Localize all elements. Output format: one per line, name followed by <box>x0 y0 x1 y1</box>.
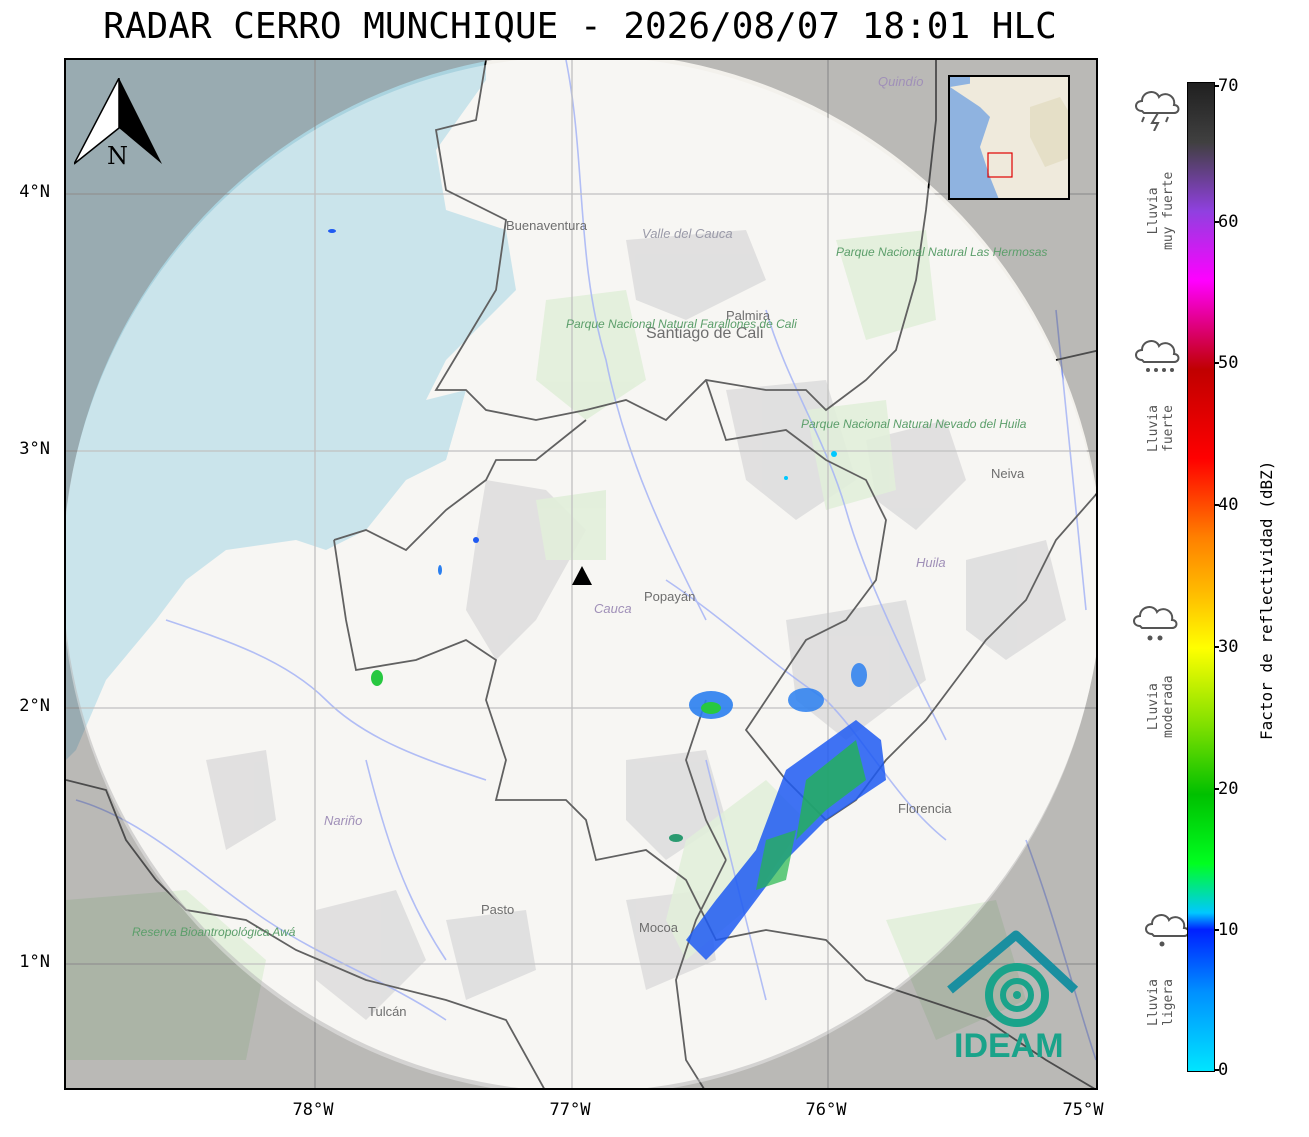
colorbar-tick-10: 10 <box>1213 920 1239 940</box>
label-florencia: Florencia <box>898 801 952 816</box>
colorbar-tick-30: 30 <box>1213 637 1239 657</box>
rain-label-heavy: Lluvia fuerte <box>1146 405 1176 452</box>
colorbar-tick-40: 40 <box>1213 495 1239 515</box>
label-awa: Reserva Bioantropológica Awá <box>132 925 296 939</box>
light-rain-icon <box>1145 914 1190 947</box>
colorbar-tick-0: 0 <box>1213 1060 1229 1080</box>
lat-tick-1: 1°N <box>19 952 50 972</box>
label-nevado: Parque Nacional Natural Nevado del Huila <box>801 417 1027 431</box>
label-huila: Huila <box>916 555 946 570</box>
reflectivity-colorbar <box>1187 82 1215 1072</box>
north-arrow-icon: N <box>74 78 162 170</box>
moderate-rain-icon <box>1133 606 1178 641</box>
label-cauca: Cauca <box>594 601 632 616</box>
colorbar-tick-20: 20 <box>1213 779 1239 799</box>
north-label: N <box>107 142 128 170</box>
ideam-logo: IDEAM <box>947 930 1079 1065</box>
lat-tick-2: 2°N <box>19 696 50 716</box>
page-title: RADAR CERRO MUNCHIQUE - 2026/08/07 18:01… <box>103 6 1057 47</box>
lat-tick-4: 4°N <box>19 182 50 202</box>
label-pasto: Pasto <box>481 902 514 917</box>
label-quindio: Quindío <box>878 74 924 89</box>
label-narino: Nariño <box>324 813 362 828</box>
rain-label-very-heavy: Lluvia muy fuerte <box>1146 171 1176 250</box>
label-buenaventura: Buenaventura <box>506 218 588 233</box>
colorbar-tick-60: 60 <box>1213 212 1239 232</box>
ideam-text: IDEAM <box>954 1027 1064 1065</box>
rain-label-light: Lluvia ligera <box>1146 979 1176 1026</box>
locator-inset <box>948 75 1070 200</box>
label-hermosas: Parque Nacional Natural Las Hermosas <box>836 245 1047 259</box>
colorbar-tick-70: 70 <box>1213 76 1239 96</box>
lat-tick-3: 3°N <box>19 439 50 459</box>
lon-tick-78: 78°W <box>292 1100 334 1120</box>
colorbar-label: Factor de reflectividad (dBZ) <box>1257 460 1276 740</box>
label-valle: Valle del Cauca <box>642 226 733 241</box>
thunderstorm-icon <box>1135 91 1180 131</box>
rain-label-moderate: Lluvia moderada <box>1146 675 1176 738</box>
lon-tick-75: 75°W <box>1062 1100 1104 1120</box>
label-popayan: Popayán <box>644 589 695 604</box>
label-neiva: Neiva <box>991 466 1025 481</box>
colorbar-tick-50: 50 <box>1213 353 1239 373</box>
label-tulcan: Tulcán <box>368 1004 407 1019</box>
label-mocoa: Mocoa <box>639 920 679 935</box>
heavy-rain-icon <box>1135 340 1180 372</box>
lon-tick-76: 76°W <box>805 1100 847 1120</box>
label-farallones: Parque Nacional Natural Farallones de Ca… <box>566 317 797 331</box>
lon-tick-77: 77°W <box>549 1100 591 1120</box>
